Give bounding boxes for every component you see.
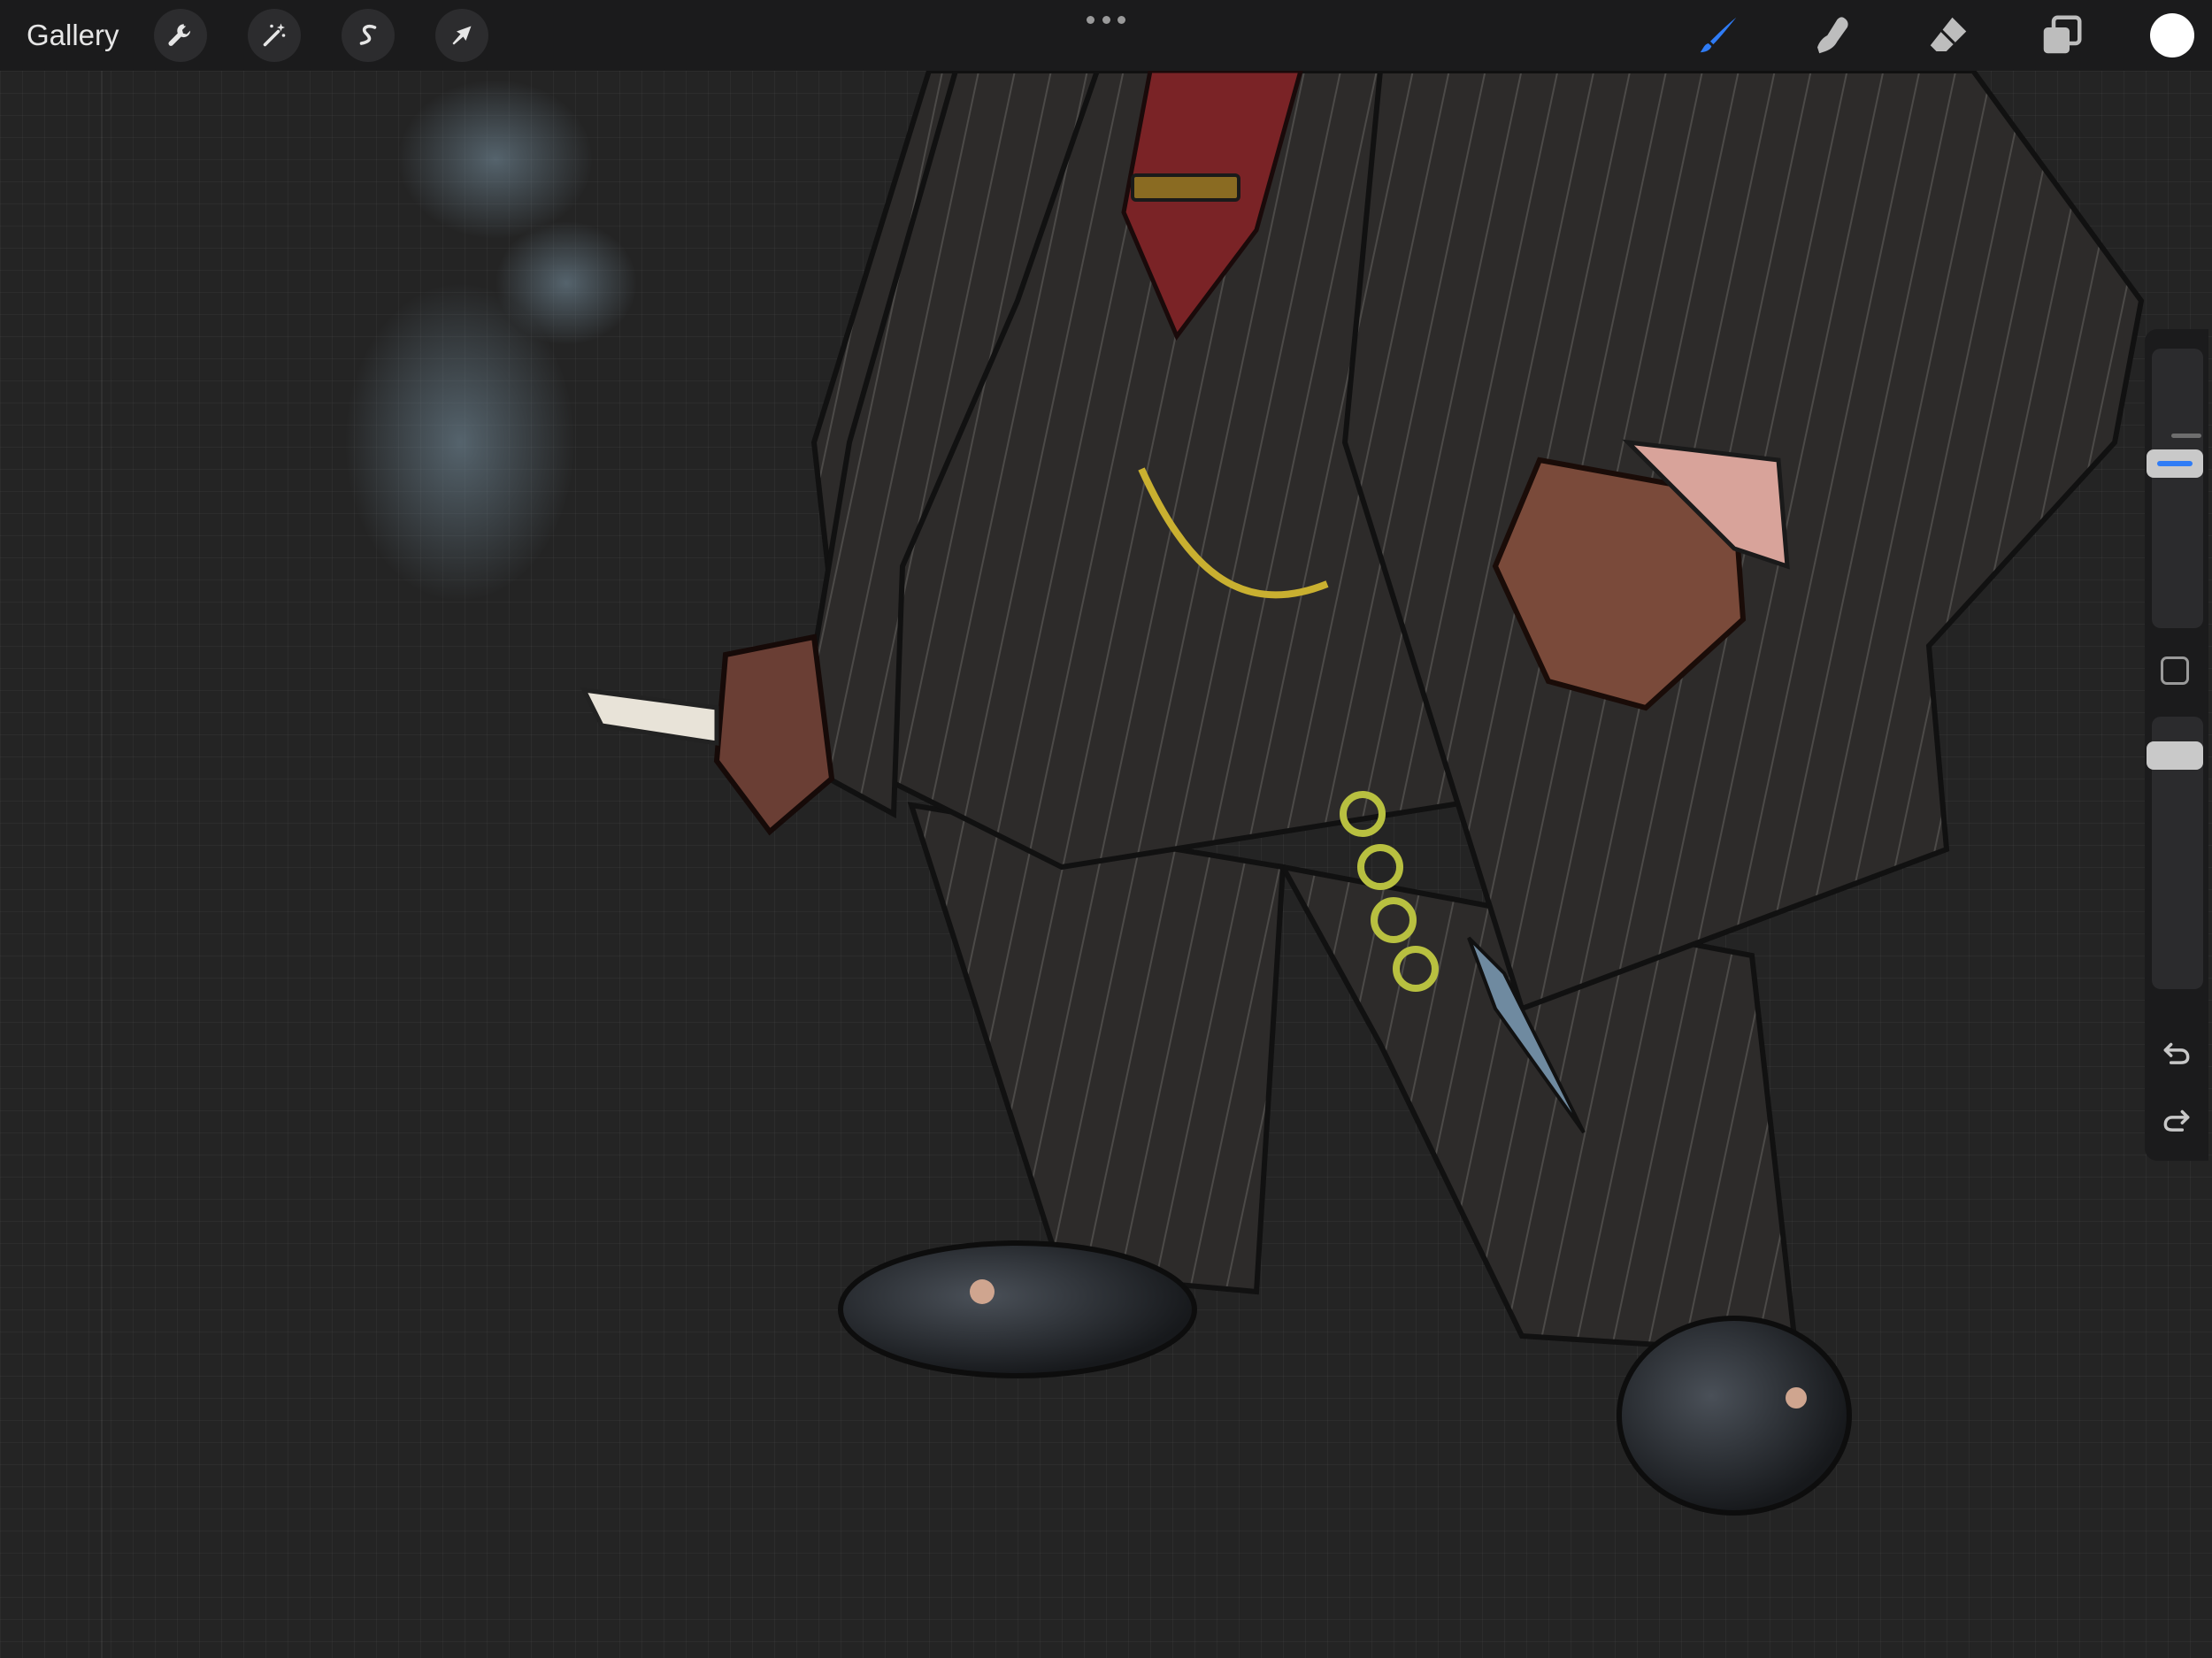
modify-button[interactable]	[2161, 656, 2189, 685]
redo-button[interactable]	[2157, 1101, 2196, 1140]
more-options-button[interactable]	[1087, 9, 1125, 30]
side-toolbar	[2145, 329, 2208, 1161]
selection-s-icon	[359, 25, 377, 45]
smudge-finger-icon	[1817, 17, 1848, 54]
color-picker-button[interactable]	[2150, 13, 2194, 58]
undo-arrow-icon	[2163, 1042, 2190, 1064]
arrow-cursor-icon	[452, 26, 472, 45]
eraser-tool-button[interactable]	[1920, 7, 1977, 64]
eraser-icon	[1930, 17, 1967, 51]
adjustments-button[interactable]	[248, 9, 301, 62]
brush-size-slider[interactable]	[2152, 349, 2203, 628]
brush-size-thumb[interactable]	[2147, 449, 2203, 478]
gallery-button[interactable]: Gallery	[27, 16, 119, 55]
wrench-icon	[168, 24, 191, 46]
smudge-tool-button[interactable]	[1805, 7, 1862, 64]
transform-button[interactable]	[435, 9, 488, 62]
ellipsis-icon	[1087, 15, 1094, 24]
top-toolbar: Gallery	[0, 0, 2212, 71]
opacity-thumb[interactable]	[2147, 741, 2203, 770]
artwork-illustration	[345, 71, 2145, 1516]
layers-icon	[2043, 15, 2082, 54]
drawing-canvas[interactable]	[0, 71, 2212, 1658]
layers-button[interactable]	[2033, 7, 2090, 64]
size-min-tick	[2171, 434, 2201, 438]
undo-button[interactable]	[2157, 1033, 2196, 1072]
magic-wand-icon	[263, 23, 286, 47]
actions-button[interactable]	[154, 9, 207, 62]
brush-tool-button[interactable]	[1690, 7, 1747, 64]
redo-arrow-icon	[2163, 1109, 2190, 1132]
selection-button[interactable]	[342, 9, 395, 62]
brush-icon	[1700, 17, 1737, 53]
